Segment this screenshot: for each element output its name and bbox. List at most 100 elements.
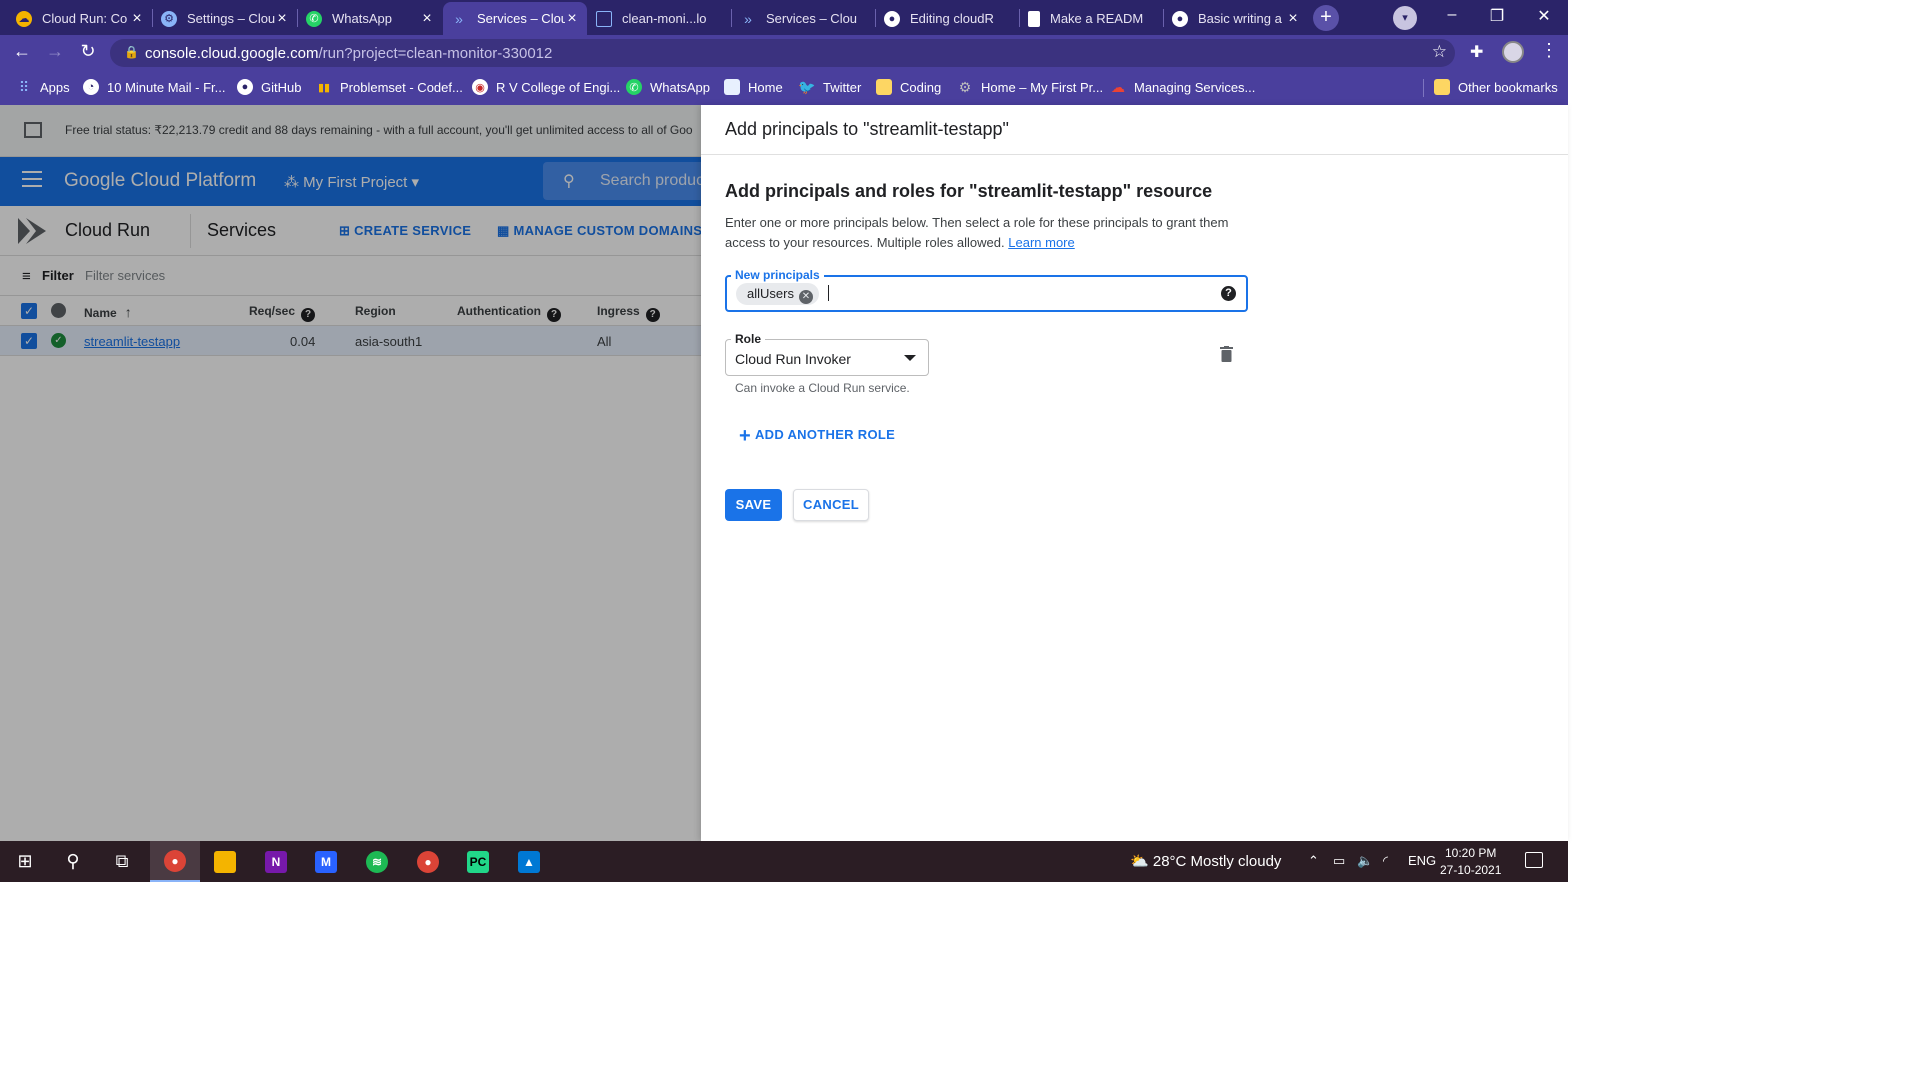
tab-cloud-run[interactable]: ☁ Cloud Run: Co × bbox=[8, 2, 152, 35]
browser-menu-icon[interactable]: ⋮ bbox=[1540, 40, 1558, 61]
tab-basic-writing[interactable]: ● Basic writing a × bbox=[1164, 2, 1308, 35]
twitter-icon: 🐦 bbox=[798, 78, 816, 95]
tab-search-icon[interactable]: ▾ bbox=[1393, 6, 1417, 30]
bookmark-rv-college[interactable]: ◉ R V College of Engi... bbox=[472, 79, 620, 95]
role-value: Cloud Run Invoker bbox=[735, 351, 851, 367]
address-bar[interactable]: 🔒 console.cloud.google.com/run?project=c… bbox=[110, 39, 1455, 67]
taskbar-photos[interactable]: ▲ bbox=[504, 841, 554, 882]
restore-icon[interactable]: ❐ bbox=[1482, 6, 1512, 26]
chrome-icon: ● bbox=[417, 850, 439, 873]
help-icon[interactable]: ? bbox=[1221, 286, 1236, 301]
section-title: Add principals and roles for "streamlit-… bbox=[725, 181, 1213, 201]
task-view-button[interactable]: ⧉ bbox=[97, 841, 147, 882]
bookmark-home-my-first-project[interactable]: ⚙ Home – My First Pr... bbox=[957, 79, 1103, 95]
bookmark-10-minute-mail[interactable]: ◔ 10 Minute Mail - Fr... bbox=[83, 79, 225, 95]
cancel-button[interactable]: CANCEL bbox=[793, 489, 869, 521]
remove-chip-icon[interactable]: ✕ bbox=[798, 290, 813, 304]
tab-editing-cloudrun[interactable]: ● Editing cloudR bbox=[876, 2, 1020, 35]
profile-avatar[interactable] bbox=[1502, 41, 1524, 63]
cloud-icon: ☁ bbox=[16, 10, 32, 27]
window-close-icon[interactable]: ✕ bbox=[1529, 6, 1559, 26]
bookmark-managing-services[interactable]: ☁ Managing Services... bbox=[1110, 79, 1255, 95]
bookmark-apps[interactable]: ⠿ Apps bbox=[16, 79, 70, 95]
minimize-icon[interactable]: – bbox=[1437, 6, 1467, 24]
save-button[interactable]: SAVE bbox=[725, 489, 782, 521]
windows-logo-icon: ⊞ bbox=[17, 851, 33, 871]
extensions-icon[interactable]: ✚ bbox=[1470, 42, 1483, 62]
bookmark-home[interactable]: Home bbox=[724, 79, 783, 95]
gear-icon: ⚙ bbox=[958, 78, 972, 95]
tab-settings[interactable]: ⚙ Settings – Clou × bbox=[153, 2, 297, 35]
taskbar-pycharm[interactable]: PC bbox=[453, 841, 503, 882]
learn-more-link[interactable]: Learn more bbox=[1008, 235, 1074, 250]
taskbar-chrome[interactable]: ● bbox=[150, 841, 200, 882]
browser-toolbar: ← → ↻ 🔒 console.cloud.google.com/run?pro… bbox=[0, 35, 1568, 71]
github-icon: ● bbox=[1172, 10, 1188, 27]
bookmark-other[interactable]: Other bookmarks bbox=[1434, 79, 1558, 95]
bookmark-label: 10 Minute Mail - Fr... bbox=[107, 79, 226, 95]
volume-icon[interactable]: 🔈 bbox=[1357, 853, 1373, 869]
add-principals-panel: Add principals to "streamlit-testapp" Ad… bbox=[701, 105, 1568, 841]
weather-widget[interactable]: ⛅ 28°C Mostly cloudy bbox=[1130, 852, 1281, 870]
dropdown-arrow-icon bbox=[904, 355, 916, 361]
taskbar-app[interactable]: M bbox=[301, 841, 351, 882]
clock-time: 10:20 PM bbox=[1445, 846, 1497, 860]
page-icon bbox=[724, 79, 740, 95]
bookmark-coding[interactable]: Coding bbox=[876, 79, 941, 95]
close-icon[interactable]: × bbox=[130, 10, 144, 28]
cloud-icon: ☁ bbox=[1111, 78, 1125, 95]
modal-scrim[interactable] bbox=[0, 105, 701, 841]
close-icon[interactable]: × bbox=[565, 10, 579, 28]
close-icon[interactable]: × bbox=[1286, 10, 1300, 28]
close-icon[interactable]: × bbox=[420, 10, 434, 28]
tab-services-active[interactable]: » Services – Clou × bbox=[443, 2, 587, 35]
notifications-icon[interactable] bbox=[1525, 852, 1543, 868]
folder-icon bbox=[876, 79, 892, 95]
bookmark-whatsapp[interactable]: ✆ WhatsApp bbox=[626, 79, 710, 95]
reload-icon[interactable]: ↻ bbox=[76, 41, 100, 62]
bookmark-star-icon[interactable]: ☆ bbox=[1432, 42, 1447, 62]
close-icon[interactable]: × bbox=[275, 10, 289, 28]
principal-chip: allUsers ✕ bbox=[736, 283, 819, 305]
whatsapp-icon: ✆ bbox=[626, 79, 642, 95]
bookmark-label: Twitter bbox=[823, 79, 862, 95]
tab-whatsapp[interactable]: ✆ WhatsApp × bbox=[298, 2, 442, 35]
bookmark-label: R V College of Engi... bbox=[496, 79, 621, 95]
tab-make-readme[interactable]: Make a READM bbox=[1020, 2, 1164, 35]
forward-icon[interactable]: → bbox=[43, 41, 67, 62]
tab-title: Editing cloudR bbox=[910, 11, 994, 26]
delete-icon[interactable] bbox=[1220, 346, 1233, 362]
new-tab-button[interactable]: + bbox=[1313, 5, 1339, 31]
clock[interactable]: 10:20 PM 27-10-2021 bbox=[1440, 845, 1501, 879]
start-button[interactable]: ⊞ bbox=[0, 841, 50, 882]
clock-date: 27-10-2021 bbox=[1440, 863, 1502, 877]
back-icon[interactable]: ← bbox=[10, 41, 34, 62]
taskbar-onenote[interactable]: N bbox=[251, 841, 301, 882]
tray-chevron-up-icon[interactable]: ⌃ bbox=[1308, 853, 1319, 869]
add-another-role-button[interactable]: + ADD ANOTHER ROLE bbox=[739, 425, 895, 448]
taskbar-chrome-2[interactable]: ● bbox=[403, 841, 453, 882]
wifi-icon[interactable]: ◜ bbox=[1383, 853, 1388, 869]
mail-icon: ◔ bbox=[83, 79, 99, 95]
bookmark-twitter[interactable]: 🐦 Twitter bbox=[798, 78, 862, 95]
taskbar-spotify[interactable]: ≋ bbox=[352, 841, 402, 882]
search-button[interactable]: ⚲ bbox=[48, 841, 98, 882]
bookmark-label: Home bbox=[748, 79, 783, 95]
description-text: Enter one or more principals below. Then… bbox=[725, 215, 1229, 250]
tab-services[interactable]: » Services – Clou bbox=[732, 2, 876, 35]
cloud-run-icon: » bbox=[455, 10, 463, 27]
taskbar-file-explorer[interactable] bbox=[200, 841, 250, 882]
tab-clean-monitor[interactable]: clean-moni...lo bbox=[588, 2, 732, 35]
apps-grid-icon: ⠿ bbox=[18, 78, 30, 95]
text-cursor bbox=[828, 285, 829, 301]
bookmark-github[interactable]: ● GitHub bbox=[237, 79, 301, 95]
spotify-icon: ≋ bbox=[366, 850, 388, 873]
url-text: console.cloud.google.com/run?project=cle… bbox=[145, 45, 553, 62]
tab-title: Basic writing a bbox=[1198, 11, 1282, 26]
battery-icon[interactable]: ▭ bbox=[1333, 853, 1345, 869]
browser-tab-strip: ☁ Cloud Run: Co × ⚙ Settings – Clou × ✆ … bbox=[0, 0, 1568, 35]
bookmark-problemset[interactable]: ▮▮ Problemset - Codef... bbox=[316, 79, 463, 95]
tab-title: Cloud Run: Co bbox=[42, 11, 128, 26]
onenote-icon: N bbox=[265, 850, 287, 873]
language-indicator[interactable]: ENG bbox=[1408, 853, 1436, 868]
